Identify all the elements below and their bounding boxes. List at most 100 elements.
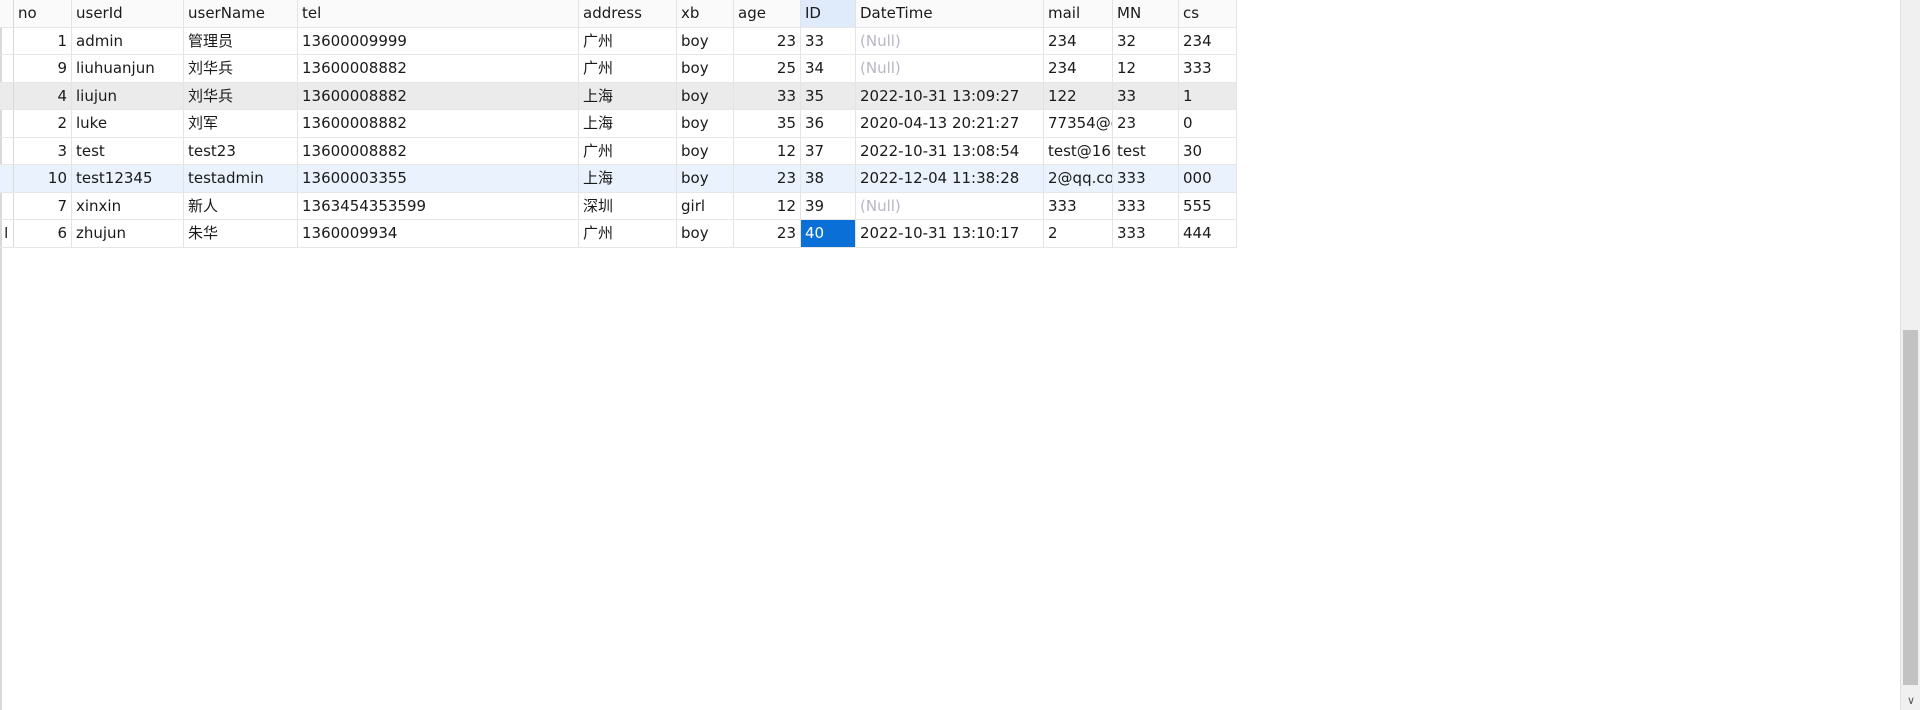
cell-tel[interactable]: 13600009999	[298, 27, 579, 54]
cell-tel[interactable]: 13600008882	[298, 137, 579, 164]
cell-MN[interactable]: 333	[1113, 165, 1179, 192]
row-gutter[interactable]	[0, 27, 14, 54]
cell-cs[interactable]: 444	[1179, 220, 1237, 247]
column-header-no[interactable]: no	[14, 0, 72, 27]
cell-userName[interactable]: 刘华兵	[184, 55, 298, 82]
cell-age[interactable]: 33	[734, 82, 801, 109]
cell-userId[interactable]: zhujun	[72, 220, 184, 247]
cell-userId[interactable]: luke	[72, 110, 184, 137]
cell-DateTime[interactable]: (Null)	[856, 192, 1044, 219]
cell-DateTime[interactable]: 2022-10-31 13:08:54	[856, 137, 1044, 164]
cell-tel[interactable]: 13600003355	[298, 165, 579, 192]
cell-userName[interactable]: 新人	[184, 192, 298, 219]
cell-cs[interactable]: 30	[1179, 137, 1237, 164]
table-row[interactable]: 1 admin 管理员 13600009999 广州 boy 23 33 (Nu…	[0, 27, 1237, 55]
cell-xb[interactable]: boy	[677, 110, 734, 137]
cell-ID[interactable]: 38	[801, 165, 856, 192]
cell-address[interactable]: 上海	[579, 165, 677, 192]
cell-userId[interactable]: liuhuanjun	[72, 55, 184, 82]
data-grid[interactable]: no userId userName tel address xb age ID…	[0, 0, 1237, 248]
cell-no[interactable]: 10	[14, 165, 72, 192]
cell-cs[interactable]: 1	[1179, 82, 1237, 109]
cell-mail[interactable]: 333	[1044, 192, 1113, 219]
cell-age[interactable]: 12	[734, 192, 801, 219]
column-header-MN[interactable]: MN	[1113, 0, 1179, 27]
cell-MN[interactable]: 33	[1113, 82, 1179, 109]
cell-mail[interactable]: 2	[1044, 220, 1113, 247]
cell-userId[interactable]: test	[72, 137, 184, 164]
cell-userId[interactable]: xinxin	[72, 192, 184, 219]
cell-age[interactable]: 23	[734, 220, 801, 247]
cell-cs[interactable]: 333	[1179, 55, 1237, 82]
cell-ID[interactable]: 39	[801, 192, 856, 219]
cell-ID[interactable]: 37	[801, 137, 856, 164]
cell-no[interactable]: 9	[14, 55, 72, 82]
cell-cs[interactable]: 555	[1179, 192, 1237, 219]
cell-age[interactable]: 25	[734, 55, 801, 82]
cell-tel[interactable]: 13600008882	[298, 110, 579, 137]
cell-DateTime[interactable]: (Null)	[856, 27, 1044, 54]
table-row[interactable]: 10 test12345 testadmin 13600003355 上海 bo…	[0, 165, 1237, 193]
cell-userId[interactable]: test12345	[72, 165, 184, 192]
table-row[interactable]: 2 luke 刘军 13600008882 上海 boy 35 36 2020-…	[0, 110, 1237, 138]
cell-age[interactable]: 23	[734, 27, 801, 54]
cell-xb[interactable]: boy	[677, 137, 734, 164]
row-gutter[interactable]	[0, 110, 14, 137]
cell-ID[interactable]: 33	[801, 27, 856, 54]
cell-no[interactable]: 1	[14, 27, 72, 54]
column-header-DateTime[interactable]: DateTime	[856, 0, 1044, 27]
column-header-tel[interactable]: tel	[298, 0, 579, 27]
cell-cs[interactable]: 234	[1179, 27, 1237, 54]
cell-MN[interactable]: test	[1113, 137, 1179, 164]
cell-DateTime[interactable]: 2022-12-04 11:38:28	[856, 165, 1044, 192]
cell-ID-selected[interactable]: 40	[801, 220, 856, 247]
table-row[interactable]: 7 xinxin 新人 1363454353599 深圳 girl 12 39 …	[0, 192, 1237, 220]
cell-address[interactable]: 广州	[579, 137, 677, 164]
scrollbar-thumb[interactable]	[1903, 330, 1918, 685]
cell-xb[interactable]: boy	[677, 220, 734, 247]
cell-age[interactable]: 12	[734, 137, 801, 164]
cell-ID[interactable]: 36	[801, 110, 856, 137]
cell-tel[interactable]: 13600008882	[298, 82, 579, 109]
cell-userId[interactable]: admin	[72, 27, 184, 54]
cell-userName[interactable]: test23	[184, 137, 298, 164]
cell-ID[interactable]: 35	[801, 82, 856, 109]
cell-no[interactable]: 2	[14, 110, 72, 137]
cell-xb[interactable]: boy	[677, 27, 734, 54]
table-row[interactable]: 4 liujun 刘华兵 13600008882 上海 boy 33 35 20…	[0, 82, 1237, 110]
cell-no[interactable]: 4	[14, 82, 72, 109]
cell-DateTime[interactable]: 2020-04-13 20:21:27	[856, 110, 1044, 137]
cell-address[interactable]: 广州	[579, 220, 677, 247]
table-row[interactable]: 3 test test23 13600008882 广州 boy 12 37 2…	[0, 137, 1237, 165]
cell-xb[interactable]: boy	[677, 82, 734, 109]
column-header-cs[interactable]: cs	[1179, 0, 1237, 27]
cell-MN[interactable]: 333	[1113, 220, 1179, 247]
cell-userName[interactable]: 刘军	[184, 110, 298, 137]
scroll-down-icon[interactable]: ∨	[1901, 694, 1920, 708]
column-header-ID[interactable]: ID	[801, 0, 856, 27]
cell-mail[interactable]: 2@qq.com	[1044, 165, 1113, 192]
vertical-scrollbar[interactable]: ∨	[1900, 0, 1920, 710]
column-header-xb[interactable]: xb	[677, 0, 734, 27]
column-header-age[interactable]: age	[734, 0, 801, 27]
cell-no[interactable]: 7	[14, 192, 72, 219]
cell-MN[interactable]: 23	[1113, 110, 1179, 137]
cell-mail[interactable]: 77354@qq.com	[1044, 110, 1113, 137]
cell-no[interactable]: 6	[14, 220, 72, 247]
cell-age[interactable]: 23	[734, 165, 801, 192]
cell-userName[interactable]: 朱华	[184, 220, 298, 247]
row-gutter[interactable]	[0, 192, 14, 219]
cell-cs[interactable]: 000	[1179, 165, 1237, 192]
cell-tel[interactable]: 1363454353599	[298, 192, 579, 219]
column-header-userId[interactable]: userId	[72, 0, 184, 27]
cell-address[interactable]: 上海	[579, 82, 677, 109]
cell-DateTime[interactable]: 2022-10-31 13:09:27	[856, 82, 1044, 109]
column-header-userName[interactable]: userName	[184, 0, 298, 27]
cell-DateTime[interactable]: 2022-10-31 13:10:17	[856, 220, 1044, 247]
cell-address[interactable]: 广州	[579, 27, 677, 54]
cell-mail[interactable]: 234	[1044, 55, 1113, 82]
cell-tel[interactable]: 13600008882	[298, 55, 579, 82]
column-header-address[interactable]: address	[579, 0, 677, 27]
row-gutter[interactable]	[0, 55, 14, 82]
cell-address[interactable]: 深圳	[579, 192, 677, 219]
